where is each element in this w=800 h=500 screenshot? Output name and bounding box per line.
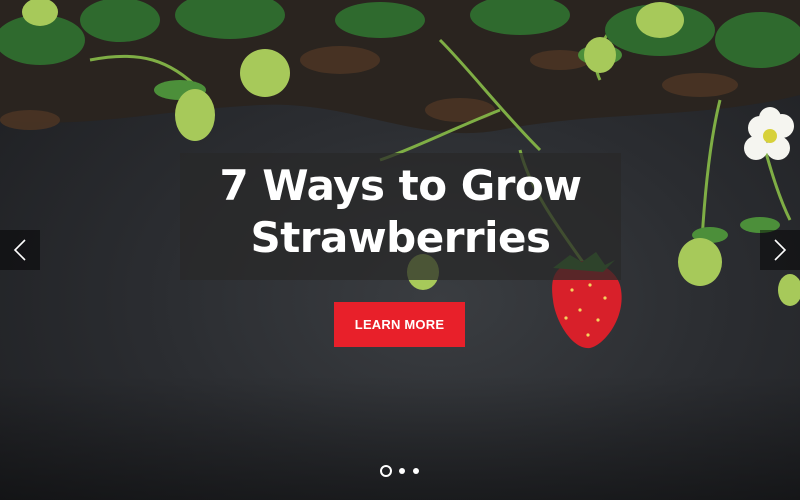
headline-line-2: Strawberries [250,213,551,262]
chevron-right-icon [774,239,787,261]
hero-slider: 7 Ways to Grow Strawberries LEARN MORE [0,0,800,500]
learn-more-button[interactable]: LEARN MORE [334,302,465,347]
slide-dot-3[interactable] [413,468,419,474]
next-slide-button[interactable] [760,230,800,270]
chevron-left-icon [13,239,26,261]
slide-dot-2[interactable] [399,468,405,474]
slide-dot-1[interactable] [380,465,392,477]
slide-headline: 7 Ways to Grow Strawberries [180,160,621,264]
headline-line-1: 7 Ways to Grow [219,161,582,210]
previous-slide-button[interactable] [0,230,40,270]
slide-pagination [380,465,423,477]
